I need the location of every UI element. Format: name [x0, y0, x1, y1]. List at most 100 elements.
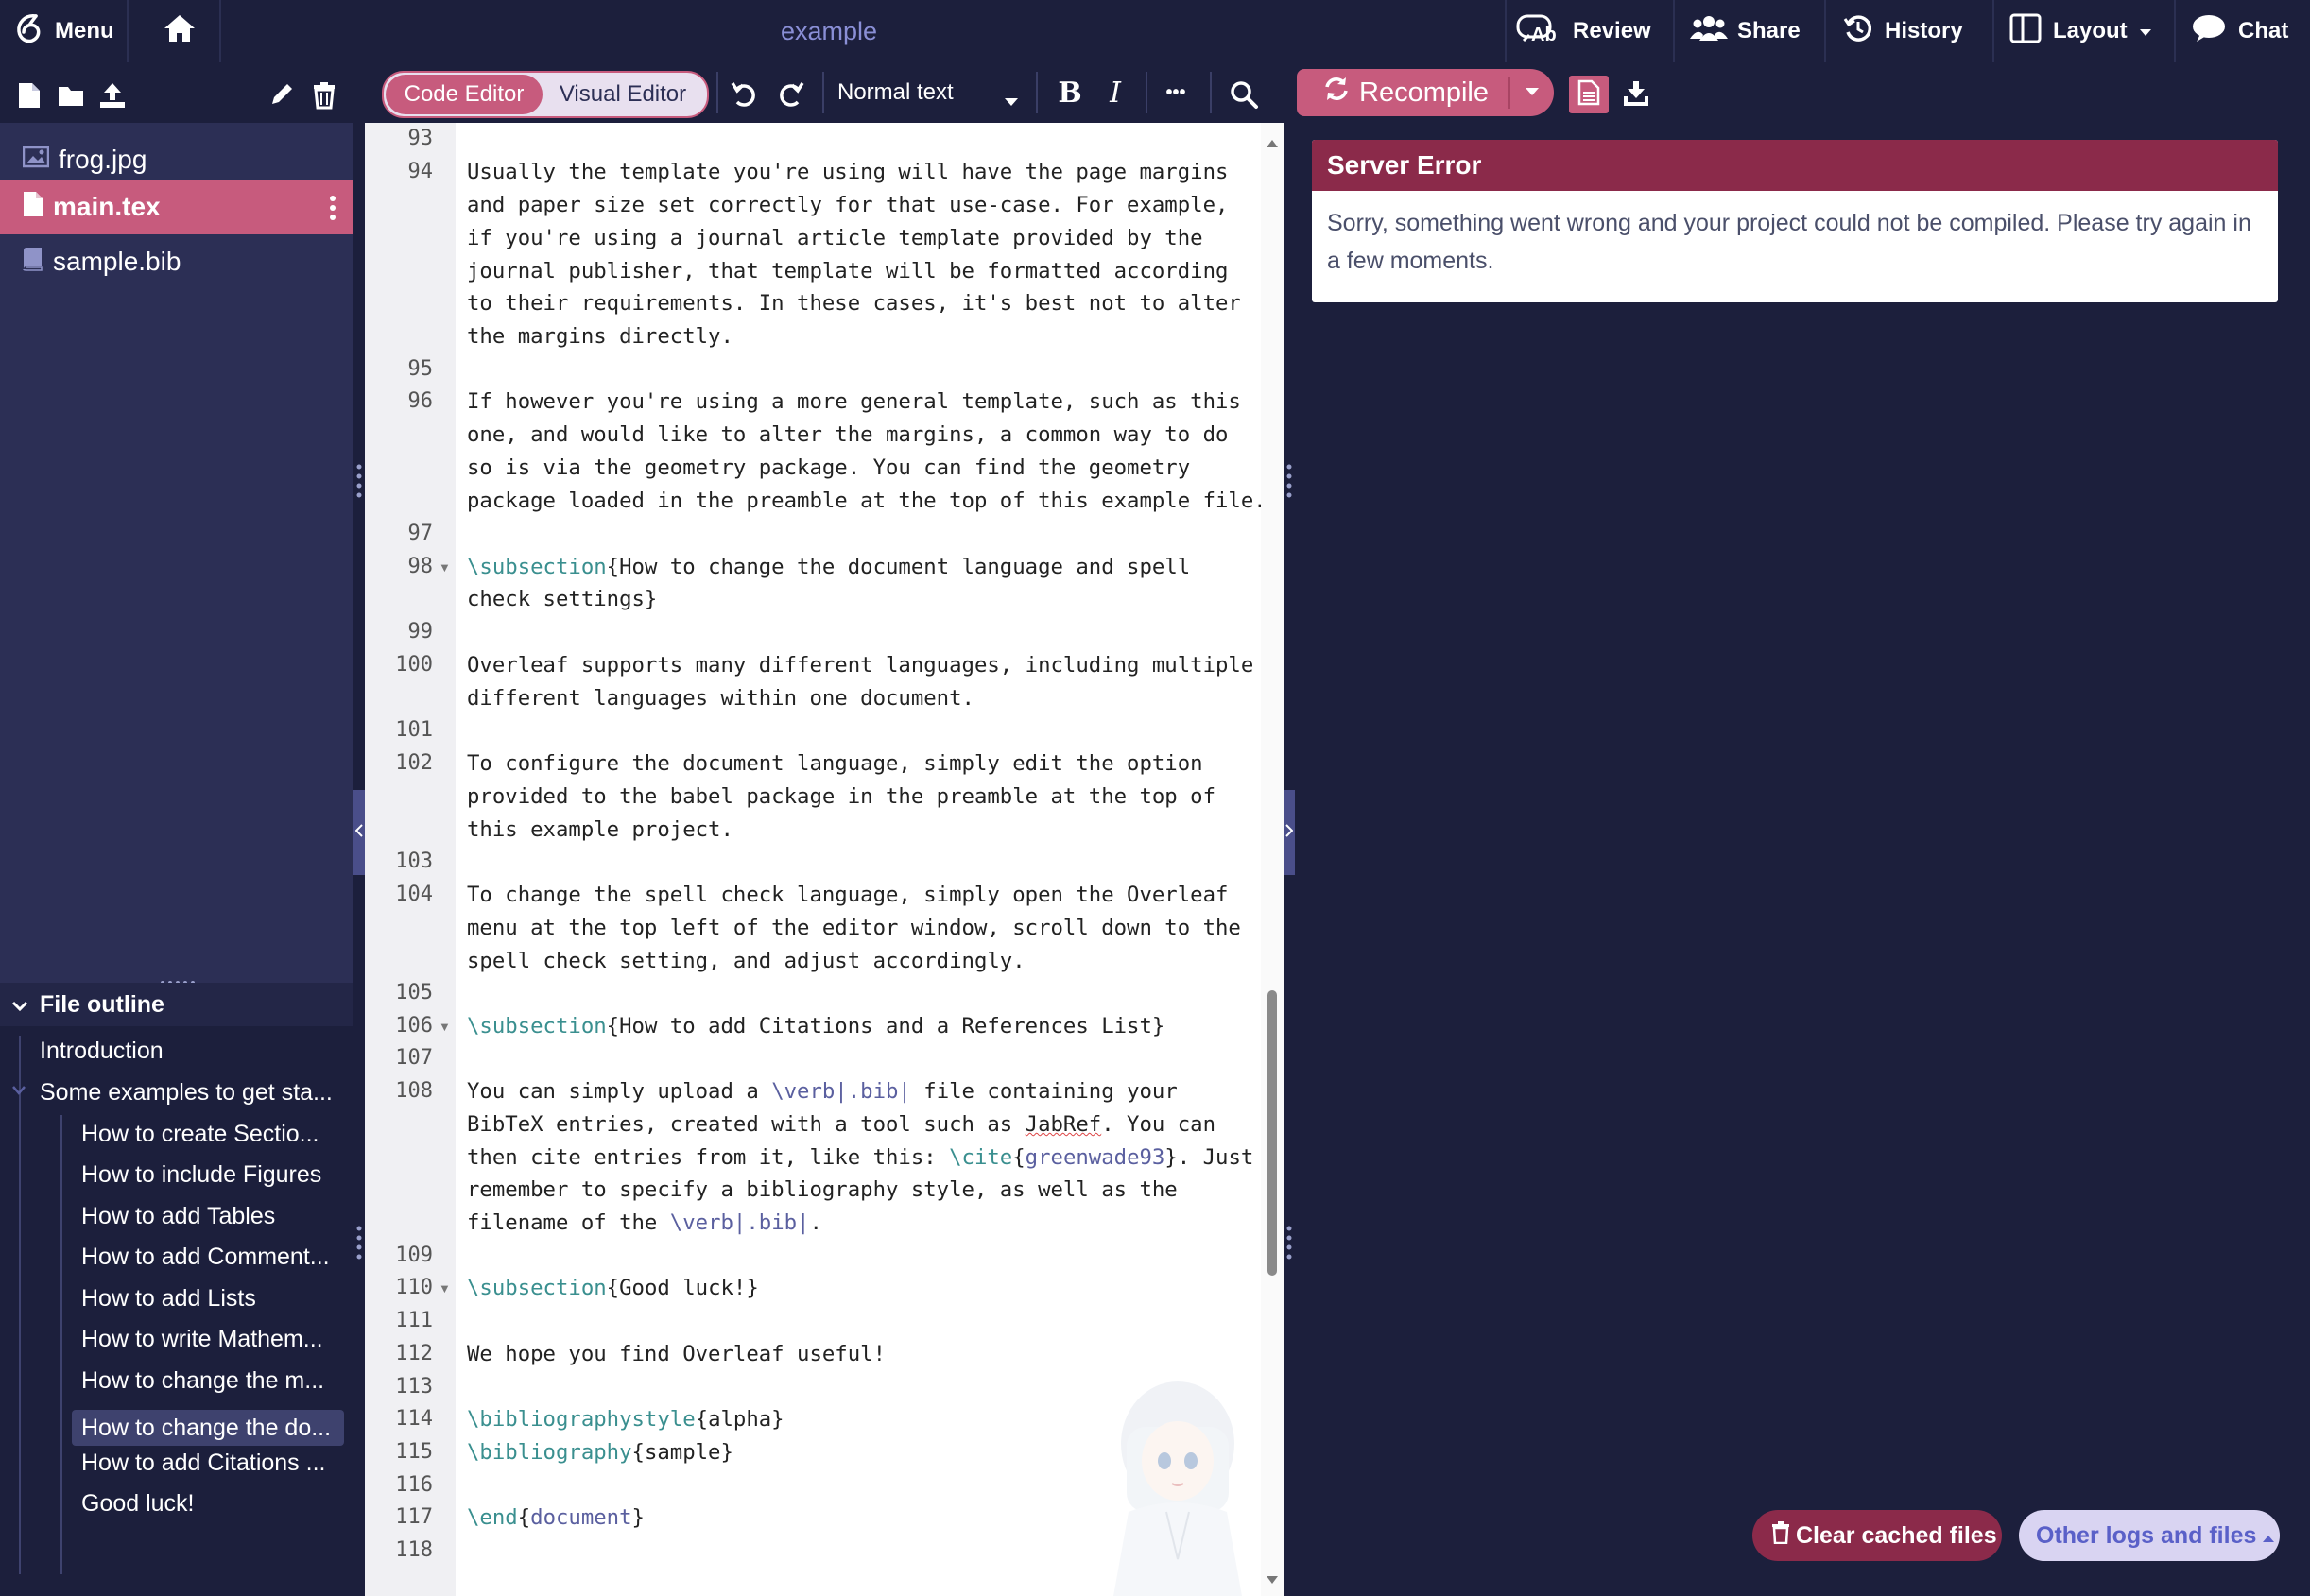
chevron-left-icon — [354, 823, 363, 842]
search-icon[interactable] — [1229, 79, 1259, 114]
fold-arrow-icon[interactable]: ▼ — [439, 1020, 451, 1034]
scroll-up-arrow-icon[interactable] — [1266, 136, 1279, 153]
layout-label: Layout — [2053, 18, 2128, 43]
fold-arrow-icon[interactable]: ▼ — [439, 1281, 451, 1296]
outline-item-good-luck[interactable]: Good luck! — [81, 1484, 195, 1522]
bold-button[interactable]: B — [1051, 76, 1089, 110]
divider — [1673, 0, 1675, 62]
outline-item-language[interactable]: How to change the do... — [81, 1409, 331, 1447]
redo-icon[interactable] — [775, 79, 805, 112]
delete-trash-icon[interactable] — [312, 81, 336, 114]
divider — [822, 72, 824, 113]
refresh-icon — [1323, 76, 1350, 110]
code-text: . — [809, 1210, 822, 1235]
other-logs-files-button[interactable]: Other logs and files — [2019, 1510, 2280, 1561]
code-line: We hope you find Overleaf useful! — [467, 1342, 886, 1366]
editor-scrollbar[interactable] — [1261, 123, 1284, 1596]
new-folder-icon[interactable] — [57, 83, 85, 112]
line-number: 102 — [395, 751, 433, 775]
outline-resize-handle[interactable] — [0, 973, 353, 985]
outline-item-math[interactable]: How to write Mathem... — [81, 1320, 323, 1358]
code-text: then cite entries from it, like this: — [467, 1145, 950, 1170]
collapse-pdf-button[interactable] — [1284, 790, 1295, 875]
code-line: Usually the template you're using will h… — [467, 160, 1229, 184]
kebab-menu-icon[interactable] — [329, 195, 336, 228]
italic-button[interactable]: I — [1096, 76, 1134, 110]
spelling-error-word[interactable]: JabRef — [1026, 1112, 1102, 1137]
outline-item-margins[interactable]: How to change the m... — [81, 1362, 324, 1399]
trash-icon — [1771, 1520, 1790, 1551]
outline-item-introduction[interactable]: Introduction — [40, 1032, 164, 1070]
share-button[interactable]: Share — [1690, 0, 1801, 62]
undo-icon[interactable] — [730, 79, 760, 112]
history-button[interactable]: History — [1843, 0, 1963, 62]
recompile-options-button[interactable] — [1510, 69, 1554, 116]
chevron-down-icon[interactable] — [11, 1083, 26, 1100]
code-line: To configure the document language, simp… — [467, 751, 1203, 776]
file-outline-header[interactable]: File outline — [0, 983, 353, 1026]
scroll-down-arrow-icon[interactable] — [1266, 1572, 1279, 1589]
download-icon[interactable] — [1622, 79, 1650, 112]
divider — [127, 0, 129, 62]
citation-key: greenwade93 — [1025, 1145, 1165, 1170]
error-title-bar: Server Error — [1312, 140, 2278, 191]
layout-button[interactable]: Layout — [2009, 0, 2152, 62]
home-button[interactable] — [163, 0, 197, 62]
code-text: {How to add Citations and a References L… — [606, 1014, 1165, 1038]
latex-command: \subsection — [467, 1014, 607, 1038]
code-text: filename of the — [467, 1210, 670, 1235]
code-editor-button[interactable]: Code Editor — [386, 75, 543, 114]
code-text: {How to change the document language and… — [606, 555, 1191, 579]
file-item-sample-bib[interactable]: sample.bib — [0, 234, 353, 289]
chat-button[interactable]: Chat — [2191, 0, 2288, 62]
file-outline-title: File outline — [40, 990, 164, 1018]
outline-item-sections[interactable]: How to create Sectio... — [81, 1115, 319, 1153]
code-line: \bibliographystyle{alpha} — [467, 1407, 784, 1432]
divider — [1992, 0, 1994, 62]
outline-item-comments[interactable]: How to add Comment... — [81, 1238, 330, 1276]
outline-item-lists[interactable]: How to add Lists — [81, 1279, 256, 1317]
project-title[interactable]: example — [781, 0, 877, 62]
svg-text:Ab: Ab — [1531, 25, 1557, 44]
menu-button[interactable]: Menu — [15, 0, 114, 62]
code-text: { — [1012, 1145, 1026, 1170]
code-line: one, and would like to alter the margins… — [467, 422, 1229, 447]
recompile-button[interactable]: Recompile — [1297, 69, 1508, 116]
collapse-sidebar-button[interactable] — [353, 790, 365, 875]
upload-icon[interactable] — [98, 81, 127, 114]
file-item-main-tex[interactable]: main.tex — [0, 180, 353, 234]
code-line: this example project. — [467, 817, 733, 842]
top-bar: Menu example Ab Review Share History Lay… — [0, 0, 2310, 62]
outline-item-tables[interactable]: How to add Tables — [81, 1197, 275, 1235]
visual-editor-button[interactable]: Visual Editor — [544, 75, 701, 114]
line-number: 101 — [395, 718, 433, 742]
line-number: 116 — [395, 1473, 433, 1497]
text-style-select[interactable]: Normal text — [837, 72, 1023, 113]
line-number: 95 — [407, 357, 434, 381]
scrollbar-thumb[interactable] — [1267, 990, 1277, 1276]
outline-item-examples[interactable]: Some examples to get sta... — [40, 1073, 333, 1111]
text-style-value: Normal text — [837, 79, 954, 105]
line-number: 96 — [407, 389, 434, 413]
menu-label: Menu — [55, 18, 114, 43]
code-editor[interactable]: 93 94 95 96 97 98 ▼ 99 100 101 102 103 1… — [365, 123, 1284, 1596]
line-number: 100 — [395, 653, 433, 677]
code-line: different languages within one document. — [467, 686, 974, 711]
view-logs-button[interactable] — [1569, 76, 1609, 113]
code-text: . You can — [1101, 1112, 1216, 1137]
anime-character-decoration — [1100, 1370, 1251, 1596]
line-number: 108 — [395, 1079, 433, 1103]
more-options-button[interactable]: ••• — [1155, 76, 1197, 110]
caret-down-icon — [1004, 87, 1019, 113]
line-number: 107 — [395, 1046, 433, 1070]
rename-pencil-icon[interactable] — [268, 81, 295, 112]
clear-cached-files-button[interactable]: Clear cached files — [1752, 1510, 2002, 1561]
outline-item-citations[interactable]: How to add Citations ... — [81, 1444, 325, 1482]
latex-command: \subsection — [467, 555, 607, 579]
new-file-icon[interactable] — [17, 81, 42, 114]
code-line: package loaded in the preamble at the to… — [467, 489, 1267, 513]
review-button[interactable]: Ab Review — [1516, 0, 1651, 62]
line-number: 112 — [395, 1342, 433, 1365]
outline-item-figures[interactable]: How to include Figures — [81, 1156, 321, 1193]
fold-arrow-icon[interactable]: ▼ — [439, 560, 451, 575]
